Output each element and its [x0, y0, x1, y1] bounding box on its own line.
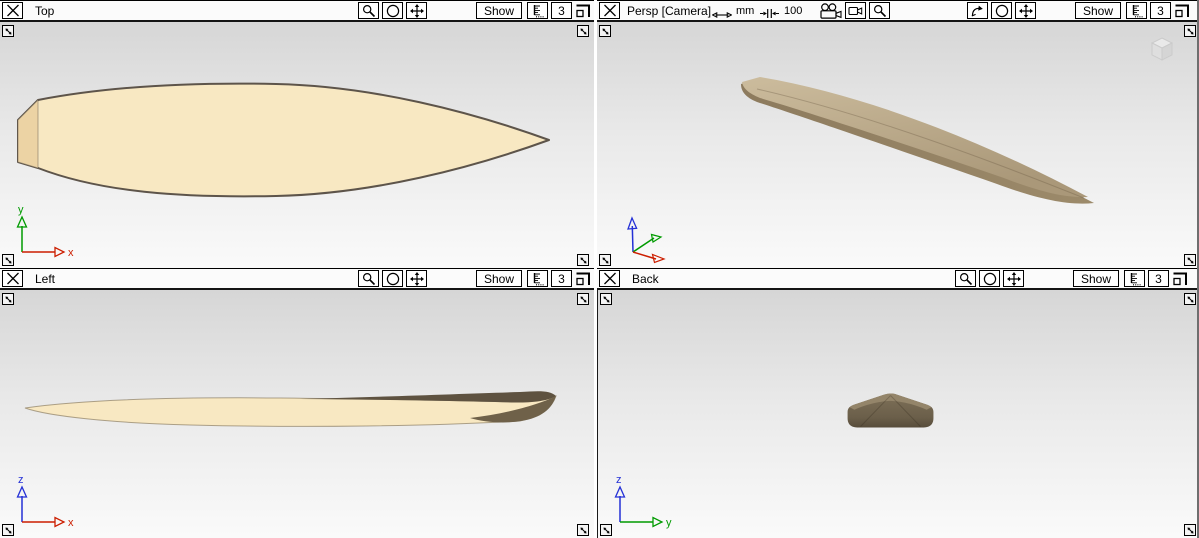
units-label: mm [736, 5, 754, 17]
maximize-viewport-icon[interactable] [1174, 3, 1191, 19]
axis-label-horizontal: x [68, 247, 74, 259]
board-rail-persp [741, 78, 1094, 204]
resize-handle-icon[interactable] [2, 524, 14, 536]
viewport-back-canvas[interactable]: z y [597, 290, 1199, 538]
resize-handle-icon[interactable] [1184, 293, 1196, 305]
resize-handle-icon[interactable] [600, 524, 612, 536]
ruler-icon[interactable] [527, 270, 548, 287]
show-button[interactable]: Show [1073, 270, 1119, 287]
zoom-icon[interactable] [869, 2, 890, 19]
axis-gizmo [607, 208, 677, 264]
viewport-top: Top Show 3 y x [0, 0, 594, 268]
board-back-view [598, 290, 1199, 538]
show-button[interactable]: Show [476, 270, 522, 287]
viewport-title: Top [35, 4, 54, 18]
resize-handle-icon[interactable] [2, 25, 14, 37]
close-viewport-icon[interactable] [599, 270, 620, 287]
lens-value: 100 [784, 5, 802, 17]
viewport-persp-header: Persp [Camera] mm 100 Show 3 [597, 0, 1199, 22]
maximize-viewport-icon[interactable] [1172, 271, 1189, 287]
viewport-left-header: Left Show 3 [0, 268, 594, 290]
ellipse-icon[interactable] [979, 270, 1000, 287]
resize-handle-icon[interactable] [577, 293, 589, 305]
axis-label-horizontal: x [68, 517, 74, 529]
view-3-button[interactable]: 3 [1150, 2, 1171, 19]
resize-handle-icon[interactable] [600, 293, 612, 305]
viewport-left-canvas[interactable]: z x [0, 290, 594, 538]
axis-label-vertical: y [18, 204, 24, 216]
view-3-button[interactable]: 3 [551, 270, 572, 287]
pan-icon[interactable] [406, 270, 427, 287]
viewport-back-header: Back Show 3 [597, 268, 1199, 290]
viewport-persp-canvas[interactable] [597, 22, 1199, 268]
axis-gizmo: y x [2, 202, 92, 262]
show-button[interactable]: Show [1075, 2, 1121, 19]
axis-label-vertical: z [616, 474, 622, 486]
view-cube-icon[interactable] [1150, 36, 1174, 62]
resize-handle-icon[interactable] [1184, 524, 1196, 536]
rotate-view-icon[interactable] [967, 2, 988, 19]
pan-icon[interactable] [1015, 2, 1036, 19]
quad-view-workspace: Top Show 3 y x [0, 0, 1199, 538]
close-viewport-icon[interactable] [2, 270, 23, 287]
close-viewport-icon[interactable] [2, 2, 23, 19]
ruler-icon[interactable] [1124, 270, 1145, 287]
view-3-button[interactable]: 3 [551, 2, 572, 19]
ruler-icon[interactable] [1126, 2, 1147, 19]
board-left-view [0, 290, 594, 538]
ruler-icon[interactable] [527, 2, 548, 19]
board-section-back [848, 394, 934, 428]
viewport-persp: Persp [Camera] mm 100 Show 3 [597, 0, 1199, 268]
maximize-viewport-icon[interactable] [575, 271, 592, 287]
board-outline-top [18, 84, 549, 197]
resize-handle-icon[interactable] [599, 254, 611, 266]
axis-gizmo: z x [2, 472, 92, 532]
board-top-view [0, 22, 594, 268]
resize-handle-icon[interactable] [1184, 25, 1196, 37]
close-viewport-icon[interactable] [599, 2, 620, 19]
board-tail-facet [18, 100, 38, 168]
pan-icon[interactable] [1003, 270, 1024, 287]
show-button[interactable]: Show [476, 2, 522, 19]
resize-handle-icon[interactable] [577, 25, 589, 37]
board-deck-ridge [757, 89, 1084, 198]
axis-gizmo: z y [600, 472, 690, 532]
pan-icon[interactable] [406, 2, 427, 19]
resize-handle-icon[interactable] [577, 254, 589, 266]
axis-label-vertical: z [18, 474, 24, 486]
board-profile-left [25, 396, 556, 426]
resize-handle-icon[interactable] [2, 254, 14, 266]
resize-handle-icon[interactable] [599, 25, 611, 37]
maximize-viewport-icon[interactable] [575, 3, 592, 19]
board-deck-persp [742, 77, 1088, 197]
ellipse-icon[interactable] [382, 2, 403, 19]
ellipse-icon[interactable] [382, 270, 403, 287]
board-tail-underside-left [470, 396, 556, 422]
viewport-title: Persp [Camera] [627, 4, 711, 18]
zoom-icon[interactable] [358, 270, 379, 287]
board-deck-edge-left [300, 391, 556, 402]
zoom-icon[interactable] [358, 2, 379, 19]
ellipse-icon[interactable] [991, 2, 1012, 19]
viewport-left: Left Show 3 z x [0, 268, 594, 538]
zoom-icon[interactable] [955, 270, 976, 287]
viewport-title: Back [632, 272, 659, 286]
viewport-back: Back Show 3 z [597, 268, 1199, 538]
viewport-top-header: Top Show 3 [0, 0, 594, 22]
viewport-title: Left [35, 272, 55, 286]
board-section-ridge [850, 394, 931, 410]
resize-handle-icon[interactable] [1184, 254, 1196, 266]
axis-label-horizontal: y [666, 517, 672, 529]
viewport-top-canvas[interactable]: y x [0, 22, 594, 268]
camera-icon[interactable] [845, 2, 866, 19]
resize-handle-icon[interactable] [577, 524, 589, 536]
board-persp-view [597, 22, 1199, 268]
board-section-edges [861, 396, 921, 427]
view-3-button[interactable]: 3 [1148, 270, 1169, 287]
resize-handle-icon[interactable] [2, 293, 14, 305]
